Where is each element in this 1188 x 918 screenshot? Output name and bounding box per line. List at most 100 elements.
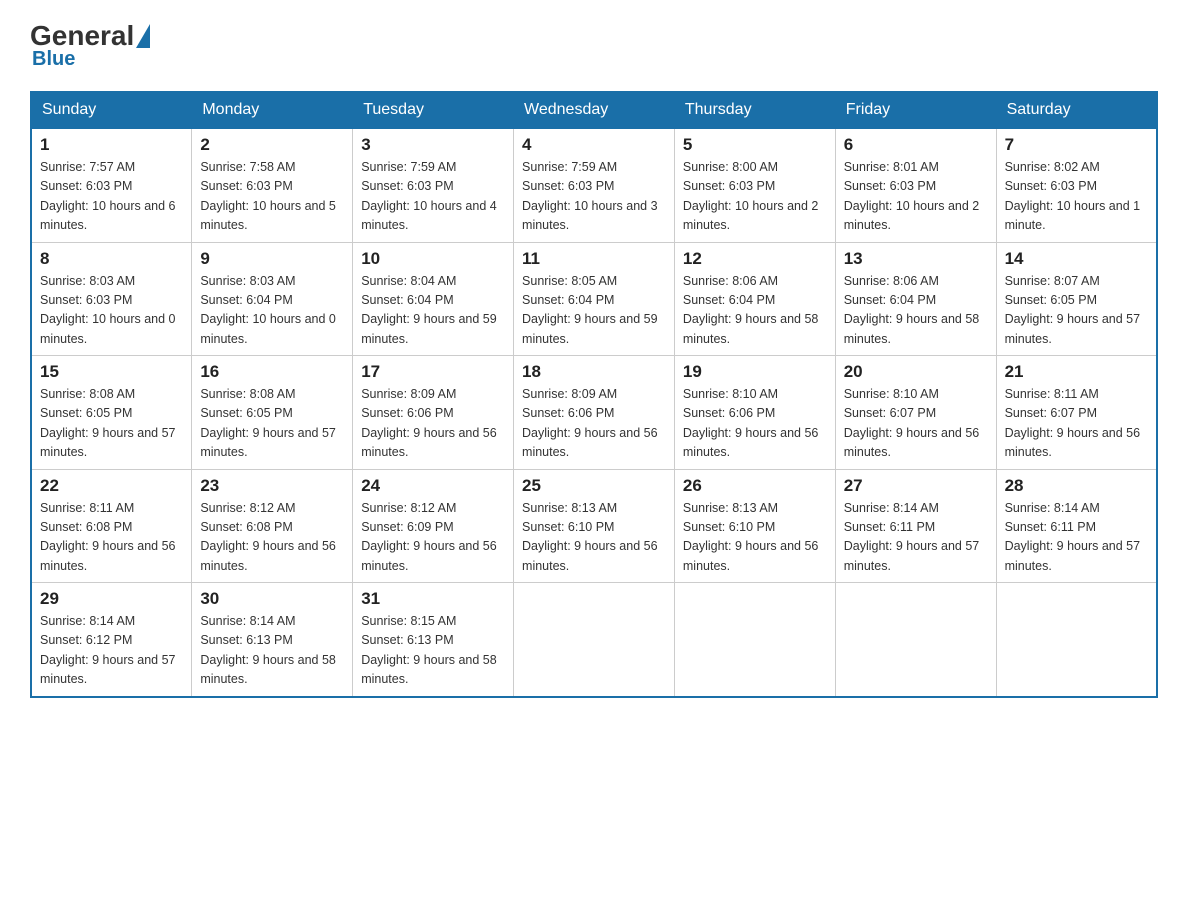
day-number: 4 <box>522 135 666 155</box>
calendar-header-wednesday: Wednesday <box>514 92 675 128</box>
day-info: Sunrise: 8:11 AMSunset: 6:07 PMDaylight:… <box>1005 385 1148 463</box>
calendar-day-cell: 6 Sunrise: 8:01 AMSunset: 6:03 PMDaylight… <box>835 128 996 242</box>
calendar-day-cell: 21 Sunrise: 8:11 AMSunset: 6:07 PMDayligh… <box>996 356 1157 470</box>
day-number: 21 <box>1005 362 1148 382</box>
day-number: 27 <box>844 476 988 496</box>
calendar-day-cell: 5Sunrise: 8:00 AMSunset: 6:03 PMDaylight… <box>674 128 835 242</box>
calendar-day-cell: 16 Sunrise: 8:08 AMSunset: 6:05 PMDayligh… <box>192 356 353 470</box>
day-info: Sunrise: 8:08 AMSunset: 6:05 PMDaylight:… <box>40 385 183 463</box>
day-info: Sunrise: 8:00 AMSunset: 6:03 PMDaylight:… <box>683 158 827 236</box>
day-info: Sunrise: 8:01 AMSunset: 6:03 PMDaylight:… <box>844 158 988 236</box>
day-info: Sunrise: 7:58 AMSunset: 6:03 PMDaylight:… <box>200 158 344 236</box>
page-header: General Blue <box>30 20 1158 71</box>
calendar-day-cell: 11 Sunrise: 8:05 AMSunset: 6:04 PMDayligh… <box>514 242 675 356</box>
day-info: Sunrise: 8:03 AMSunset: 6:03 PMDaylight:… <box>40 272 183 350</box>
calendar-day-cell: 29 Sunrise: 8:14 AMSunset: 6:12 PMDayligh… <box>31 583 192 697</box>
day-info: Sunrise: 8:02 AMSunset: 6:03 PMDaylight:… <box>1005 158 1148 236</box>
day-number: 7 <box>1005 135 1148 155</box>
day-info: Sunrise: 8:08 AMSunset: 6:05 PMDaylight:… <box>200 385 344 463</box>
day-number: 14 <box>1005 249 1148 269</box>
calendar-week-row: 22Sunrise: 8:11 AMSunset: 6:08 PMDayligh… <box>31 469 1157 583</box>
day-info: Sunrise: 8:13 AMSunset: 6:10 PMDaylight:… <box>522 499 666 577</box>
day-info: Sunrise: 8:04 AMSunset: 6:04 PMDaylight:… <box>361 272 505 350</box>
calendar-header-saturday: Saturday <box>996 92 1157 128</box>
day-number: 31 <box>361 589 505 609</box>
calendar-header-thursday: Thursday <box>674 92 835 128</box>
calendar-header-monday: Monday <box>192 92 353 128</box>
calendar-day-cell: 24 Sunrise: 8:12 AMSunset: 6:09 PMDayligh… <box>353 469 514 583</box>
day-number: 10 <box>361 249 505 269</box>
day-info: Sunrise: 8:14 AMSunset: 6:11 PMDaylight:… <box>1005 499 1148 577</box>
calendar-day-cell <box>996 583 1157 697</box>
day-info: Sunrise: 8:06 AMSunset: 6:04 PMDaylight:… <box>683 272 827 350</box>
calendar-day-cell: 12Sunrise: 8:06 AMSunset: 6:04 PMDayligh… <box>674 242 835 356</box>
calendar-day-cell: 30 Sunrise: 8:14 AMSunset: 6:13 PMDayligh… <box>192 583 353 697</box>
day-info: Sunrise: 7:57 AMSunset: 6:03 PMDaylight:… <box>40 158 183 236</box>
calendar-day-cell: 26 Sunrise: 8:13 AMSunset: 6:10 PMDayligh… <box>674 469 835 583</box>
calendar-day-cell: 8 Sunrise: 8:03 AMSunset: 6:03 PMDaylight… <box>31 242 192 356</box>
calendar-week-row: 1 Sunrise: 7:57 AMSunset: 6:03 PMDaylight… <box>31 128 1157 242</box>
calendar-day-cell <box>514 583 675 697</box>
day-info: Sunrise: 8:14 AMSunset: 6:12 PMDaylight:… <box>40 612 183 690</box>
calendar-header-row: SundayMondayTuesdayWednesdayThursdayFrid… <box>31 92 1157 128</box>
day-info: Sunrise: 8:05 AMSunset: 6:04 PMDaylight:… <box>522 272 666 350</box>
day-info: Sunrise: 8:06 AMSunset: 6:04 PMDaylight:… <box>844 272 988 350</box>
day-info: Sunrise: 8:13 AMSunset: 6:10 PMDaylight:… <box>683 499 827 577</box>
day-number: 18 <box>522 362 666 382</box>
day-info: Sunrise: 8:12 AMSunset: 6:09 PMDaylight:… <box>361 499 505 577</box>
day-info: Sunrise: 8:15 AMSunset: 6:13 PMDaylight:… <box>361 612 505 690</box>
calendar-day-cell: 20Sunrise: 8:10 AMSunset: 6:07 PMDayligh… <box>835 356 996 470</box>
day-info: Sunrise: 7:59 AMSunset: 6:03 PMDaylight:… <box>361 158 505 236</box>
calendar-day-cell: 31 Sunrise: 8:15 AMSunset: 6:13 PMDayligh… <box>353 583 514 697</box>
day-info: Sunrise: 7:59 AMSunset: 6:03 PMDaylight:… <box>522 158 666 236</box>
logo-blue-text: Blue <box>32 48 75 71</box>
day-number: 26 <box>683 476 827 496</box>
calendar-day-cell: 1 Sunrise: 7:57 AMSunset: 6:03 PMDaylight… <box>31 128 192 242</box>
day-info: Sunrise: 8:09 AMSunset: 6:06 PMDaylight:… <box>361 385 505 463</box>
day-number: 17 <box>361 362 505 382</box>
calendar-day-cell: 4 Sunrise: 7:59 AMSunset: 6:03 PMDaylight… <box>514 128 675 242</box>
day-number: 11 <box>522 249 666 269</box>
calendar-day-cell: 7 Sunrise: 8:02 AMSunset: 6:03 PMDaylight… <box>996 128 1157 242</box>
calendar-week-row: 8 Sunrise: 8:03 AMSunset: 6:03 PMDaylight… <box>31 242 1157 356</box>
calendar-header-sunday: Sunday <box>31 92 192 128</box>
day-info: Sunrise: 8:10 AMSunset: 6:06 PMDaylight:… <box>683 385 827 463</box>
day-info: Sunrise: 8:12 AMSunset: 6:08 PMDaylight:… <box>200 499 344 577</box>
day-number: 9 <box>200 249 344 269</box>
day-info: Sunrise: 8:10 AMSunset: 6:07 PMDaylight:… <box>844 385 988 463</box>
calendar-day-cell <box>835 583 996 697</box>
day-number: 8 <box>40 249 183 269</box>
day-info: Sunrise: 8:03 AMSunset: 6:04 PMDaylight:… <box>200 272 344 350</box>
day-number: 3 <box>361 135 505 155</box>
day-number: 30 <box>200 589 344 609</box>
calendar-week-row: 29 Sunrise: 8:14 AMSunset: 6:12 PMDayligh… <box>31 583 1157 697</box>
day-info: Sunrise: 8:14 AMSunset: 6:11 PMDaylight:… <box>844 499 988 577</box>
calendar-day-cell: 9 Sunrise: 8:03 AMSunset: 6:04 PMDaylight… <box>192 242 353 356</box>
day-info: Sunrise: 8:11 AMSunset: 6:08 PMDaylight:… <box>40 499 183 577</box>
calendar-day-cell: 10 Sunrise: 8:04 AMSunset: 6:04 PMDayligh… <box>353 242 514 356</box>
calendar-day-cell: 14 Sunrise: 8:07 AMSunset: 6:05 PMDayligh… <box>996 242 1157 356</box>
day-number: 25 <box>522 476 666 496</box>
day-number: 16 <box>200 362 344 382</box>
day-number: 19 <box>683 362 827 382</box>
calendar-day-cell: 25 Sunrise: 8:13 AMSunset: 6:10 PMDayligh… <box>514 469 675 583</box>
logo-triangle-icon <box>136 24 150 48</box>
calendar-day-cell: 27 Sunrise: 8:14 AMSunset: 6:11 PMDayligh… <box>835 469 996 583</box>
day-number: 29 <box>40 589 183 609</box>
day-info: Sunrise: 8:07 AMSunset: 6:05 PMDaylight:… <box>1005 272 1148 350</box>
day-number: 24 <box>361 476 505 496</box>
logo: General Blue <box>30 20 152 71</box>
calendar-day-cell: 17 Sunrise: 8:09 AMSunset: 6:06 PMDayligh… <box>353 356 514 470</box>
calendar-table: SundayMondayTuesdayWednesdayThursdayFrid… <box>30 91 1158 698</box>
day-number: 6 <box>844 135 988 155</box>
day-number: 15 <box>40 362 183 382</box>
calendar-header-tuesday: Tuesday <box>353 92 514 128</box>
calendar-day-cell: 3 Sunrise: 7:59 AMSunset: 6:03 PMDaylight… <box>353 128 514 242</box>
calendar-day-cell <box>674 583 835 697</box>
calendar-header-friday: Friday <box>835 92 996 128</box>
calendar-day-cell: 18Sunrise: 8:09 AMSunset: 6:06 PMDayligh… <box>514 356 675 470</box>
day-info: Sunrise: 8:14 AMSunset: 6:13 PMDaylight:… <box>200 612 344 690</box>
calendar-day-cell: 13Sunrise: 8:06 AMSunset: 6:04 PMDayligh… <box>835 242 996 356</box>
day-number: 1 <box>40 135 183 155</box>
calendar-day-cell: 19 Sunrise: 8:10 AMSunset: 6:06 PMDayligh… <box>674 356 835 470</box>
